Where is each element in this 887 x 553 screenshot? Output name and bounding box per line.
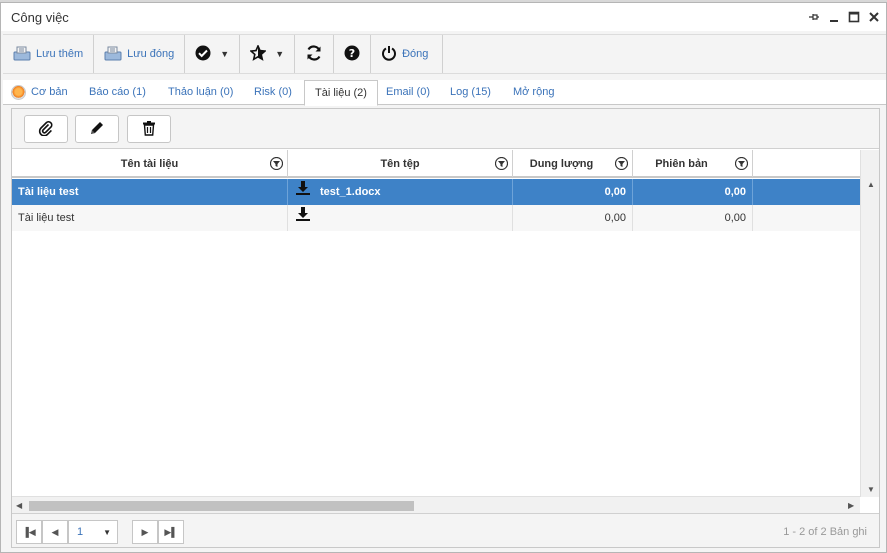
size-cell: 0,00 — [513, 179, 633, 205]
last-page-button[interactable]: ▶▌ — [158, 520, 184, 544]
tab-bar: Cơ bản Báo cáo (1) Thảo luận (0) Risk (0… — [3, 80, 886, 106]
close-button[interactable]: Đóng — [371, 35, 444, 73]
file-cell — [288, 205, 513, 231]
close-icon[interactable] — [868, 11, 880, 23]
trash-icon — [141, 120, 157, 139]
next-page-icon: ▶ — [141, 526, 149, 537]
first-page-icon: ▐◀ — [22, 526, 36, 537]
size-cell: 0,00 — [513, 205, 633, 231]
status-indicator-icon — [11, 85, 26, 100]
download-icon[interactable] — [296, 179, 310, 205]
rating-dropdown-button[interactable]: ▼ — [240, 35, 296, 73]
pencil-icon — [89, 120, 105, 139]
paperclip-icon — [38, 120, 54, 139]
doc-name-cell: Tài liệu test — [12, 205, 288, 231]
last-page-icon: ▶▌ — [164, 526, 178, 537]
scroll-thumb[interactable] — [29, 501, 414, 511]
column-header-doc-name[interactable]: Tên tài liệu — [12, 150, 288, 177]
chevron-down-icon: ▼ — [220, 49, 230, 59]
vertical-scrollbar[interactable]: ▲ ▼ — [860, 150, 879, 497]
table-row[interactable]: Tài liệu test 0,00 0,00 — [12, 205, 860, 231]
next-page-button[interactable]: ▶ — [132, 520, 158, 544]
help-button[interactable]: ? — [334, 35, 372, 73]
tab-risk[interactable]: Risk (0) — [254, 80, 292, 105]
star-icon — [249, 43, 268, 64]
tab-discussion[interactable]: Thảo luận (0) — [168, 80, 233, 105]
filter-icon[interactable] — [614, 156, 629, 171]
save-close-icon — [104, 45, 122, 64]
chevron-down-icon: ▼ — [275, 49, 285, 59]
scroll-right-icon[interactable]: ▶ — [848, 501, 854, 510]
chevron-down-icon: ▼ — [103, 528, 111, 537]
horizontal-scrollbar[interactable]: ◀ ▶ — [12, 496, 860, 513]
delete-button[interactable] — [127, 115, 171, 143]
grid-header: Tên tài liệu Tên tệp Dung lượng Phiên bả… — [12, 150, 879, 178]
minimize-icon[interactable] — [828, 11, 840, 23]
download-icon[interactable] — [296, 205, 310, 231]
column-label: Phiên bản — [655, 158, 708, 170]
record-count: 1 - 2 of 2 Bản ghi — [783, 526, 867, 538]
save-new-icon — [13, 45, 31, 64]
file-cell: test_1.docx — [288, 179, 513, 205]
save-close-button[interactable]: Lưu đóng — [94, 35, 186, 73]
complete-dropdown-button[interactable]: ▼ — [185, 35, 241, 73]
dialog-window: Công việc Lưu thêm Lưu đóng ▼ ▼ ? Đóng C… — [0, 2, 887, 553]
scroll-up-icon[interactable]: ▲ — [867, 180, 875, 189]
save-close-label: Lưu đóng — [127, 48, 175, 60]
svg-text:?: ? — [349, 47, 355, 60]
doc-name-cell: Tài liệu test — [12, 179, 288, 205]
column-label: Tên tệp — [380, 158, 420, 170]
version-cell: 0,00 — [633, 205, 753, 231]
refresh-button[interactable] — [295, 35, 335, 73]
tab-email[interactable]: Email (0) — [386, 80, 430, 105]
prev-page-icon: ◀ — [51, 526, 59, 537]
file-name[interactable]: test_1.docx — [320, 186, 381, 198]
page-select[interactable]: 1 ▼ — [68, 520, 118, 544]
tab-reports[interactable]: Báo cáo (1) — [89, 80, 146, 105]
window-title: Công việc — [11, 10, 69, 25]
tab-extended[interactable]: Mở rộng — [513, 80, 554, 105]
tab-log[interactable]: Log (15) — [450, 80, 491, 105]
version-cell: 0,00 — [633, 179, 753, 205]
edit-button[interactable] — [75, 115, 119, 143]
maximize-icon[interactable] — [848, 11, 860, 23]
close-label: Đóng — [402, 48, 429, 60]
filter-icon[interactable] — [494, 156, 509, 171]
refresh-icon — [305, 44, 323, 65]
tab-documents[interactable]: Tài liệu (2) — [304, 80, 378, 106]
title-bar: Công việc — [1, 3, 886, 31]
tab-basic[interactable]: Cơ bản — [31, 80, 68, 105]
table-row[interactable]: Tài liệu test test_1.docx 0,00 0,00 — [12, 179, 860, 205]
save-new-button[interactable]: Lưu thêm — [3, 35, 95, 73]
filter-icon[interactable] — [269, 156, 284, 171]
check-circle-icon — [195, 45, 211, 64]
toolbar: Lưu thêm Lưu đóng ▼ ▼ ? Đóng — [3, 34, 886, 74]
documents-actions — [12, 109, 879, 149]
page-number: 1 — [77, 526, 84, 538]
documents-panel: Tên tài liệu Tên tệp Dung lượng Phiên bả… — [11, 108, 880, 548]
save-new-label: Lưu thêm — [36, 48, 84, 60]
scroll-left-icon[interactable]: ◀ — [16, 501, 22, 510]
column-label: Dung lượng — [529, 158, 594, 170]
window-controls — [808, 11, 880, 23]
grid-body: Tài liệu test test_1.docx 0,00 0,00 Tài … — [12, 179, 860, 495]
help-icon: ? — [344, 45, 360, 64]
power-icon — [381, 45, 397, 64]
column-label: Tên tài liệu — [120, 158, 179, 170]
column-header-file-name[interactable]: Tên tệp — [288, 150, 513, 177]
attach-button[interactable] — [24, 115, 68, 143]
first-page-button[interactable]: ▐◀ — [16, 520, 42, 544]
filter-icon[interactable] — [734, 156, 749, 171]
pager: ▐◀ ◀ 1 ▼ ▶ ▶▌ 1 - 2 of 2 Bản ghi — [12, 513, 879, 547]
scroll-down-icon[interactable]: ▼ — [867, 485, 875, 494]
prev-page-button[interactable]: ◀ — [42, 520, 68, 544]
pin-icon[interactable] — [808, 11, 820, 23]
